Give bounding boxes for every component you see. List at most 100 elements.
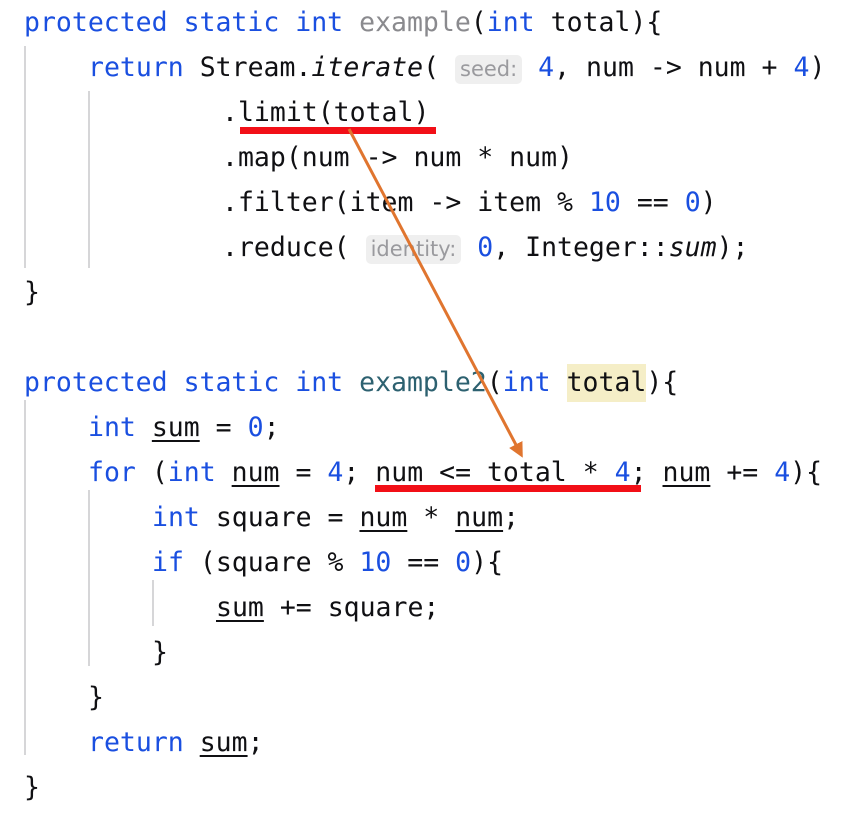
filter-call-prefix: .filter(item -> item % xyxy=(222,187,589,218)
keyword-int-return-type: int xyxy=(295,7,344,38)
number-literal-4b: 4 xyxy=(793,52,810,83)
keyword-if: if xyxy=(152,547,184,578)
code-line-13-if[interactable]: if (square % 10 == 0){ xyxy=(152,540,862,585)
dot: . xyxy=(295,52,312,83)
code-line-18-close-method[interactable]: } xyxy=(24,765,862,810)
keyword-static: static xyxy=(183,367,280,398)
number-literal-10: 10 xyxy=(588,187,621,218)
keyword-protected: protected xyxy=(24,367,168,398)
keyword-int: int xyxy=(88,412,136,443)
code-line-1[interactable]: protected static int example(int total){ xyxy=(24,0,862,45)
keyword-int: int xyxy=(167,457,216,488)
keyword-static: static xyxy=(183,7,280,38)
method-ref-integer: , Integer:: xyxy=(493,232,669,263)
paren-brace-close: ){ xyxy=(790,457,823,488)
paren-semicolon-close: ); xyxy=(716,232,749,263)
multiply-operator: * xyxy=(407,502,456,533)
code-line-14-sum-accumulate[interactable]: sum += square; xyxy=(216,585,862,630)
variable-num-update: num xyxy=(662,457,711,488)
code-line-12-int-square[interactable]: int square = num * num; xyxy=(152,495,862,540)
number-literal-0: 0 xyxy=(247,412,264,443)
paren-open: ( xyxy=(423,52,456,83)
paren-open: ( xyxy=(470,7,487,38)
keyword-int-param: int xyxy=(502,367,551,398)
paren-open: ( xyxy=(486,367,503,398)
paren-close: ) xyxy=(809,52,826,83)
paren-close: ) xyxy=(700,187,717,218)
semicolon: ; xyxy=(343,457,376,488)
paren-brace-close: ){ xyxy=(646,367,679,398)
keyword-protected: protected xyxy=(24,7,168,38)
paren-brace-close: ){ xyxy=(630,7,663,38)
comparison-expression: <= total * xyxy=(423,457,615,488)
number-literal-4: 4 xyxy=(538,52,555,83)
method-ref-sum: sum xyxy=(668,232,717,263)
number-literal-10: 10 xyxy=(359,547,392,578)
variable-sum: sum xyxy=(216,592,264,623)
compound-assign-square: += square; xyxy=(263,592,440,623)
keyword-return: return xyxy=(88,52,184,83)
variable-num-left: num xyxy=(359,502,408,533)
red-underline-loop-condition xyxy=(375,485,641,492)
keyword-for: for xyxy=(88,457,136,488)
code-text-layer[interactable]: protected static int example(int total){… xyxy=(0,0,862,816)
param-total: total xyxy=(550,7,631,38)
paren-brace-close: ){ xyxy=(471,547,504,578)
variable-num-init: num xyxy=(231,457,280,488)
equality-operator: == xyxy=(391,547,456,578)
reduce-call-prefix: .reduce( xyxy=(222,232,366,263)
assign-operator: = xyxy=(279,457,328,488)
assign-operator: = xyxy=(199,412,248,443)
variable-sum: sum xyxy=(199,727,248,758)
paren-open: ( xyxy=(135,457,168,488)
number-literal-0: 0 xyxy=(477,232,494,263)
code-line-9-signature-example2[interactable]: protected static int example2(int total)… xyxy=(24,360,862,405)
code-line-10-int-sum[interactable]: int sum = 0; xyxy=(88,405,862,450)
keyword-int: int xyxy=(152,502,200,533)
code-line-16-close-for[interactable]: } xyxy=(88,675,862,720)
lambda-expression: , num -> num + xyxy=(554,52,794,83)
variable-square: square xyxy=(215,502,312,533)
number-literal-0: 0 xyxy=(684,187,701,218)
semicolon: ; xyxy=(503,502,520,533)
semicolon: ; xyxy=(247,727,264,758)
equality-operator: == xyxy=(620,187,685,218)
assign-operator: = xyxy=(311,502,360,533)
code-line-6-reduce[interactable]: .reduce( identity: 0, Integer::sum); xyxy=(222,225,862,270)
code-editor-canvas[interactable]: protected static int example(int total){… xyxy=(0,0,862,816)
code-line-5-filter[interactable]: .filter(item -> item % 10 == 0) xyxy=(222,180,862,225)
param-hint-identity: identity: xyxy=(365,235,462,264)
semicolon: ; xyxy=(630,457,663,488)
method-name-example2: example2 xyxy=(359,367,487,398)
number-literal-4b: 4 xyxy=(614,457,631,488)
variable-sum: sum xyxy=(151,412,200,443)
red-underline-limit xyxy=(240,127,436,134)
method-iterate: iterate xyxy=(311,52,424,83)
code-line-2[interactable]: return Stream.iterate( seed: 4, num -> n… xyxy=(88,45,862,90)
code-line-17-return-sum[interactable]: return sum; xyxy=(88,720,862,765)
keyword-int-param: int xyxy=(486,7,535,38)
number-literal-0: 0 xyxy=(455,547,472,578)
variable-num-cond: num xyxy=(375,457,424,488)
semicolon: ; xyxy=(263,412,280,443)
code-line-15-close-if[interactable]: } xyxy=(152,630,862,675)
code-line-7-close-brace[interactable]: } xyxy=(24,270,862,315)
method-name-example: example xyxy=(359,7,471,38)
code-line-4-map[interactable]: .map(num -> num * num) xyxy=(222,135,862,180)
variable-num-right: num xyxy=(455,502,504,533)
